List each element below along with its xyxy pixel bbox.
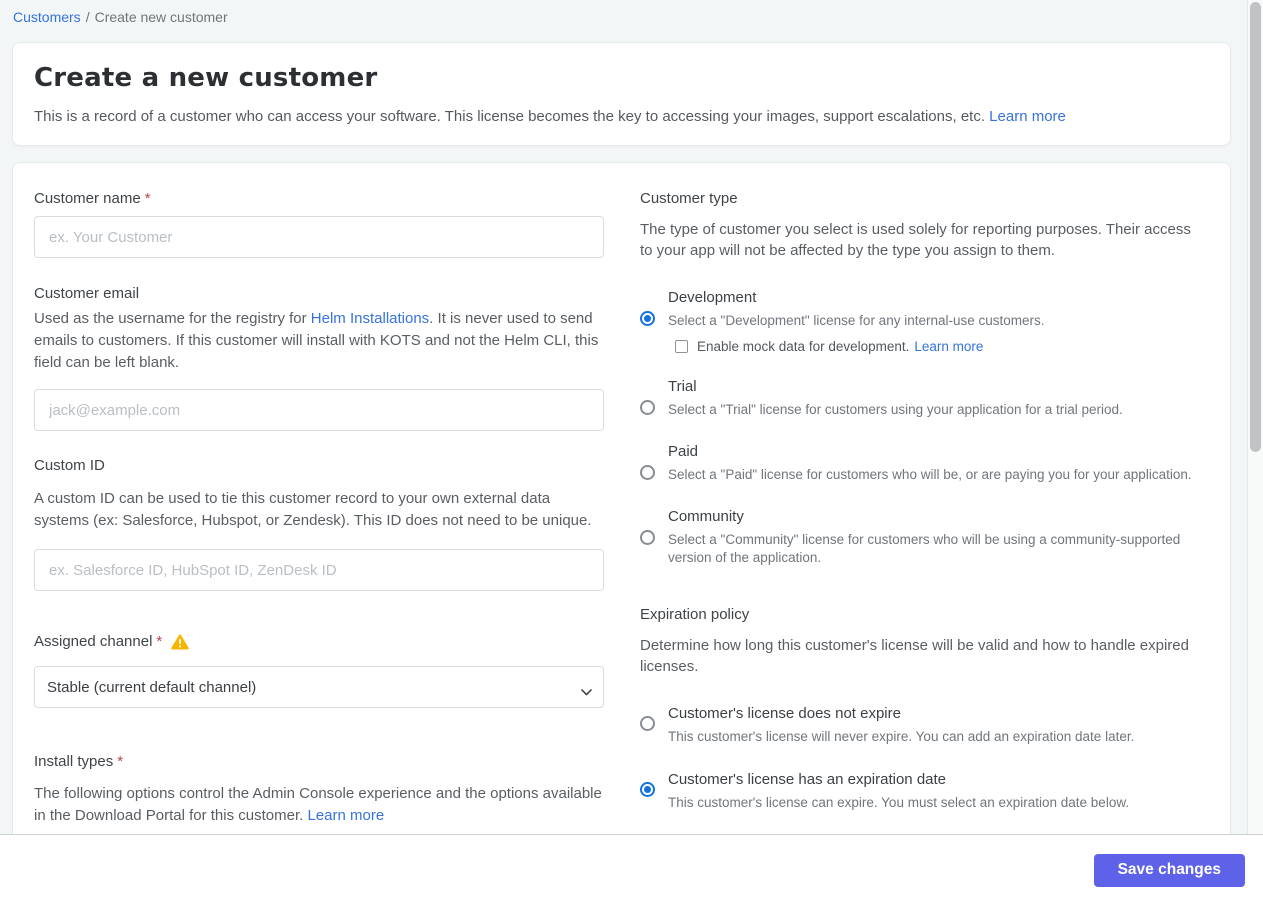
form-left-column: Customer name* Customer email Used as th… xyxy=(34,190,604,841)
no-expire-radio[interactable] xyxy=(640,716,655,731)
trial-radio[interactable] xyxy=(640,400,655,415)
install-types-learn-more-link[interactable]: Learn more xyxy=(307,807,384,824)
header-learn-more-link[interactable]: Learn more xyxy=(989,108,1066,125)
development-option-label[interactable]: Development xyxy=(668,288,1197,308)
assigned-channel-select-wrap: Stable (current default channel) xyxy=(34,666,604,708)
assigned-channel-label-text: Assigned channel xyxy=(34,633,153,650)
custom-id-input[interactable] xyxy=(34,549,604,591)
warning-triangle-icon xyxy=(171,633,189,650)
custom-id-help: A custom ID can be used to tie this cust… xyxy=(34,490,592,529)
install-types-required-mark: * xyxy=(117,753,124,770)
community-option-description: Select a "Community" license for custome… xyxy=(668,532,1181,565)
breadcrumb-separator: / xyxy=(85,9,90,25)
page-scrollbar-track[interactable] xyxy=(1247,0,1263,834)
customer-email-help: Used as the username for the registry fo… xyxy=(34,308,604,374)
form-footer-bar: Save changes xyxy=(0,834,1263,905)
customer-type-option-paid: Paid Select a "Paid" license for custome… xyxy=(640,442,1197,484)
customer-email-input[interactable] xyxy=(34,389,604,431)
community-option-label[interactable]: Community xyxy=(668,507,1197,527)
customer-email-help-before: Used as the username for the registry fo… xyxy=(34,310,311,327)
assigned-channel-label: Assigned channel * xyxy=(34,633,604,650)
paid-option-label[interactable]: Paid xyxy=(668,442,1197,462)
customer-type-option-community: Community Select a "Community" license f… xyxy=(640,507,1197,567)
customer-name-input[interactable] xyxy=(34,216,604,258)
breadcrumb-customers-link[interactable]: Customers xyxy=(13,9,81,25)
customer-type-option-development: Development Select a "Development" licen… xyxy=(640,288,1197,354)
assigned-channel-select[interactable]: Stable (current default channel) xyxy=(34,666,604,708)
form-right-column: Customer type The type of customer you s… xyxy=(640,190,1197,841)
assigned-channel-required-mark: * xyxy=(156,633,163,650)
has-expiration-option-description: This customer's license can expire. You … xyxy=(668,795,1130,810)
trial-option-description: Select a "Trial" license for customers u… xyxy=(668,402,1123,417)
page-description: This is a record of a customer who can a… xyxy=(34,108,985,125)
custom-id-label: Custom ID xyxy=(34,457,105,474)
mock-data-checkbox-label[interactable]: Enable mock data for development. xyxy=(697,339,909,354)
has-expiration-radio[interactable] xyxy=(640,782,655,797)
breadcrumb: Customers / Create new customer xyxy=(0,0,1263,25)
expiration-option-has-date: Customer's license has an expiration dat… xyxy=(640,770,1197,812)
trial-option-label[interactable]: Trial xyxy=(668,377,1197,397)
helm-installations-link[interactable]: Helm Installations xyxy=(311,310,429,327)
mock-data-checkbox-row: Enable mock data for development. Learn … xyxy=(668,339,1197,354)
paid-option-description: Select a "Paid" license for customers wh… xyxy=(668,467,1192,482)
page-header-card: Create a new customer This is a record o… xyxy=(12,42,1231,146)
customer-name-label: Customer name * xyxy=(34,190,604,207)
save-changes-button[interactable]: Save changes xyxy=(1093,853,1245,887)
expiration-policy-title: Expiration policy xyxy=(640,606,750,623)
no-expire-option-description: This customer's license will never expir… xyxy=(668,729,1135,744)
customer-email-label: Customer email xyxy=(34,285,140,302)
breadcrumb-current: Create new customer xyxy=(94,9,228,25)
page-scrollbar-thumb[interactable] xyxy=(1250,2,1261,452)
no-expire-option-label[interactable]: Customer's license does not expire xyxy=(668,704,1197,724)
install-types-help: The following options control the Admin … xyxy=(34,783,604,827)
expiration-policy-description: Determine how long this customer's licen… xyxy=(640,637,1189,675)
customer-type-title: Customer type xyxy=(640,190,738,207)
development-option-description: Select a "Development" license for any i… xyxy=(668,313,1045,328)
install-types-label: Install types * xyxy=(34,753,604,770)
customer-type-option-trial: Trial Select a "Trial" license for custo… xyxy=(640,377,1197,419)
paid-radio[interactable] xyxy=(640,465,655,480)
page-title: Create a new customer xyxy=(34,63,378,93)
mock-data-learn-more-link[interactable]: Learn more xyxy=(914,339,983,354)
mock-data-checkbox[interactable] xyxy=(675,340,688,353)
has-expiration-option-label[interactable]: Customer's license has an expiration dat… xyxy=(668,770,1197,790)
customer-type-description: The type of customer you select is used … xyxy=(640,221,1191,259)
development-radio[interactable] xyxy=(640,311,655,326)
create-customer-form-card: Customer name* Customer email Used as th… xyxy=(12,162,1231,882)
expiration-option-no-expire: Customer's license does not expire This … xyxy=(640,704,1197,746)
customer-name-label-text: Customer name xyxy=(34,190,141,207)
customer-name-required-mark: * xyxy=(144,190,151,207)
community-radio[interactable] xyxy=(640,530,655,545)
install-types-label-text: Install types xyxy=(34,753,114,770)
